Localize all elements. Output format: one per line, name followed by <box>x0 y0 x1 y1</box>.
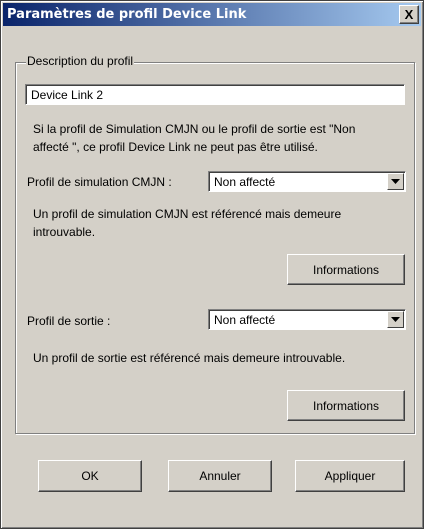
chevron-down-icon[interactable] <box>387 173 404 190</box>
apply-button[interactable]: Appliquer <box>295 460 405 492</box>
cancel-button[interactable]: Annuler <box>168 460 272 492</box>
simulation-warning-line1: Un profil de simulation CMJN est référen… <box>33 207 342 221</box>
info-text-line1: Si la profil de Simulation CMJN ou le pr… <box>33 122 356 136</box>
simulation-profile-label: Profil de simulation CMJN : <box>27 175 172 189</box>
output-info-button[interactable]: Informations <box>287 390 405 421</box>
title-bar[interactable]: Paramètres de profil Device Link X <box>3 3 421 26</box>
simulation-profile-value: Non affecté <box>214 175 276 189</box>
ok-label: OK <box>81 469 99 483</box>
simulation-info-button[interactable]: Informations <box>287 254 405 285</box>
group-legend: Description du profil <box>26 54 135 69</box>
ok-button[interactable]: OK <box>38 460 142 492</box>
output-profile-value: Non affecté <box>214 313 276 327</box>
simulation-warning-line2: introuvable. <box>33 225 96 239</box>
close-icon: X <box>404 7 414 22</box>
profile-description-group <box>15 62 415 434</box>
close-button[interactable]: X <box>399 5 419 24</box>
apply-label: Appliquer <box>324 469 376 483</box>
chevron-down-icon[interactable] <box>387 311 404 328</box>
output-profile-select[interactable]: Non affecté <box>208 309 406 330</box>
dialog-title: Paramètres de profil Device Link <box>7 7 247 22</box>
output-profile-label: Profil de sortie : <box>27 314 111 328</box>
description-input[interactable]: Device Link 2 <box>25 84 405 105</box>
simulation-info-label: Informations <box>312 262 380 277</box>
info-text-line2: affecté ", ce profil Device Link ne peut… <box>33 140 318 154</box>
output-info-label: Informations <box>312 398 380 413</box>
cancel-label: Annuler <box>199 469 241 483</box>
output-warning-text: Un profil de sortie est référencé mais d… <box>33 351 346 365</box>
simulation-profile-select[interactable]: Non affecté <box>208 171 406 192</box>
